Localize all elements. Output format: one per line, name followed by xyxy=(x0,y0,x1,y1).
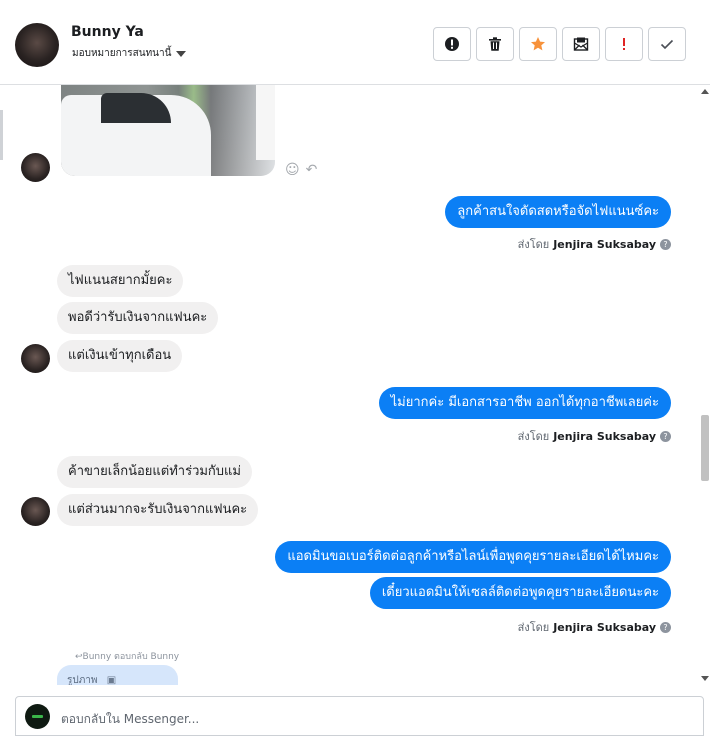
incoming-message[interactable]: พอดีว่ารับเงินจากแฟนคะ xyxy=(57,302,219,334)
conversation-header: Bunny Ya มอบหมายการสนทนานี้ xyxy=(0,0,710,85)
scroll-up-icon[interactable] xyxy=(701,89,709,94)
image-icon: ▣ xyxy=(106,675,117,685)
help-icon[interactable]: ? xyxy=(660,621,671,633)
scrollbar[interactable] xyxy=(700,85,710,685)
reply-arrow-icon[interactable]: ↶ xyxy=(306,162,318,178)
contact-name[interactable]: Bunny Ya xyxy=(71,24,144,40)
emoji-react-icon[interactable]: ☺ xyxy=(285,162,300,178)
reply-note: ↩Bunny ตอบกลับ Bunny xyxy=(75,652,180,662)
star-button[interactable] xyxy=(519,27,557,61)
help-icon[interactable]: ? xyxy=(660,430,671,442)
outgoing-message[interactable]: ลูกค้าสนใจดัดสดหรือจัดไฟแนนซ์คะ xyxy=(445,196,671,228)
avatar xyxy=(21,344,50,373)
sent-by-label: ส่งโดย Jenjira Suksabay ? xyxy=(518,618,671,636)
mark-unread-button[interactable] xyxy=(562,27,600,61)
outgoing-message[interactable]: ไม่ยากค่ะ มีเอกสารอาชีพ ออกได้ทุกอาชีพเล… xyxy=(378,387,671,419)
sent-by-label: ส่งโดย Jenjira Suksabay ? xyxy=(518,235,671,253)
scrollbar-thumb[interactable] xyxy=(701,415,709,481)
message-thread[interactable]: ☺ ↶ ลูกค้าสนใจดัดสดหรือจัดไฟแนนซ์คะ ส่งโ… xyxy=(0,85,710,685)
page-logo xyxy=(25,704,50,729)
contact-avatar[interactable] xyxy=(15,23,59,67)
follow-up-button[interactable] xyxy=(605,27,643,61)
mark-done-button[interactable] xyxy=(648,27,686,61)
star-icon xyxy=(531,37,545,51)
reply-input-placeholder[interactable]: ตอบกลับใน Messenger... xyxy=(61,710,199,729)
avatar xyxy=(21,153,50,182)
incoming-message[interactable]: ค้าขายเล็กน้อยแต่ทำร่วมกับแม่ xyxy=(57,456,253,488)
incoming-message[interactable]: ไฟแนนสยากมั้ยคะ xyxy=(57,265,184,297)
sent-by-label: ส่งโดย Jenjira Suksabay ? xyxy=(518,427,671,445)
trash-icon xyxy=(489,37,501,51)
incoming-message[interactable]: แต่เงินเข้าทุกเดือน xyxy=(57,340,183,372)
alert-circle-icon xyxy=(445,37,459,51)
scroll-down-icon[interactable] xyxy=(701,676,709,681)
message-actions: ☺ ↶ xyxy=(285,162,317,178)
check-icon xyxy=(660,39,674,50)
left-rail-divider xyxy=(0,110,3,160)
outgoing-message[interactable]: แอดมินขอเบอร์ติดต่อลูกค้าหรือไลน์เพื่อพู… xyxy=(275,541,671,573)
exclamation-icon xyxy=(623,38,625,50)
chevron-down-icon xyxy=(176,50,187,57)
assign-conversation-dropdown[interactable]: มอบหมายการสนทนานี้ xyxy=(72,46,187,61)
reply-composer[interactable]: ตอบกลับใน Messenger... xyxy=(15,696,704,736)
incoming-message[interactable]: แต่ส่วนมากจะรับเงินจากแฟนคะ xyxy=(57,494,259,526)
assign-label: มอบหมายการสนทนานี้ xyxy=(72,48,172,59)
outgoing-message[interactable]: เดี๋ยวแอดมินให้เซลล์ติดต่อพูดคุยรายละเอี… xyxy=(369,577,671,609)
report-spam-button[interactable] xyxy=(433,27,471,61)
delete-button[interactable] xyxy=(476,27,514,61)
avatar xyxy=(21,497,50,526)
conversation-actions xyxy=(433,27,686,61)
help-icon[interactable]: ? xyxy=(660,238,671,250)
envelope-icon xyxy=(573,37,589,51)
image-attachment[interactable] xyxy=(61,85,275,176)
reply-image-preview[interactable]: รูปภาพ ▣ xyxy=(57,665,178,685)
